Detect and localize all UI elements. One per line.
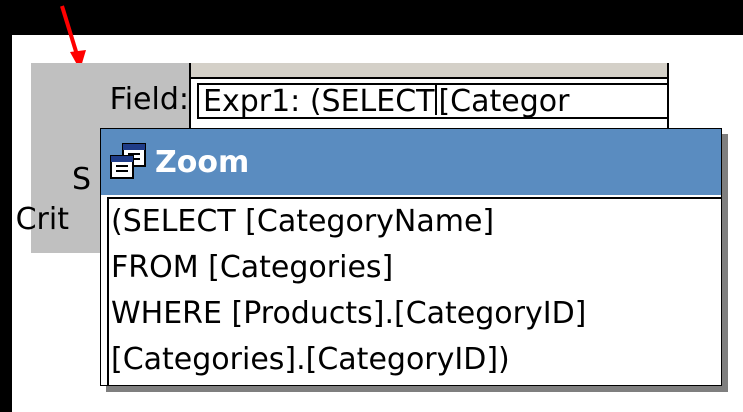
zoom-line-1: (SELECT [CategoryName] (111, 204, 495, 239)
zoom-text-area[interactable]: (SELECT [CategoryName] FROM [Categories] W… (107, 197, 721, 385)
zoom-title: Zoom (155, 144, 250, 180)
field-value-suffix: [Categor (438, 84, 570, 119)
zoom-line-3: WHERE [Products].[CategoryID] (111, 296, 587, 331)
field-cell-input[interactable]: Expr1: (SELECT [Categor (197, 83, 669, 119)
column-selector-bar[interactable] (191, 63, 667, 79)
sort-row-label: S (71, 162, 91, 197)
zoom-dialog: Zoom (SELECT [CategoryName] FROM [Categor… (100, 128, 722, 386)
field-row-label: Field: (109, 82, 189, 117)
zoom-line-4: [Categories].[CategoryID]) (111, 342, 510, 377)
zoom-titlebar[interactable]: Zoom (101, 129, 721, 195)
query-grid-column[interactable]: Expr1: (SELECT [Categor (189, 63, 669, 133)
zoom-window-icon (109, 142, 149, 182)
criteria-row-label: Crit (15, 203, 69, 237)
field-value-prefix: Expr1: (SELECT (203, 84, 435, 119)
zoom-line-2: FROM [Categories] (111, 250, 394, 285)
